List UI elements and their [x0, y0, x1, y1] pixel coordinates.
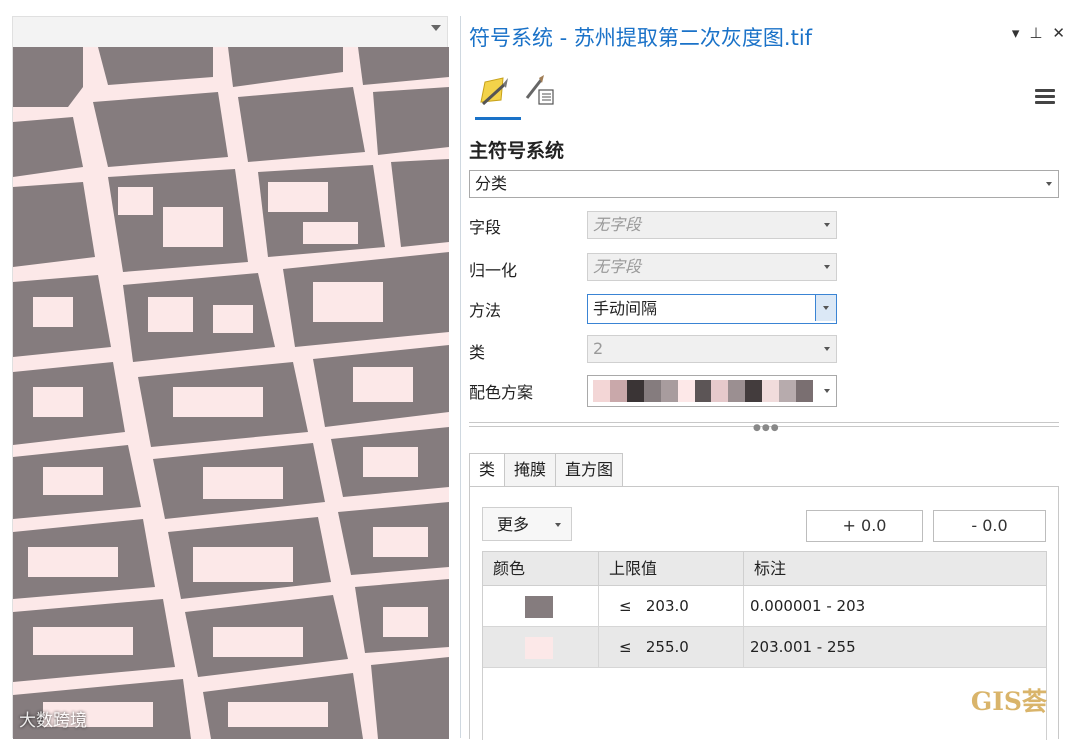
chevron-down-icon	[1046, 182, 1052, 186]
renderer-select[interactable]: 分类	[469, 170, 1059, 198]
label-symbology-tab[interactable]	[523, 72, 557, 112]
chevron-down-icon	[824, 389, 830, 393]
normalization-value: 无字段	[593, 257, 642, 276]
color-swatch[interactable]	[525, 637, 553, 659]
pane-controls: ▾ ⊥ ✕	[1012, 24, 1065, 42]
primary-symbology-tab[interactable]	[475, 72, 509, 112]
field-value: 无字段	[593, 215, 642, 234]
options-dropdown-icon[interactable]: ▾	[1012, 24, 1020, 42]
auto-hide-pin-icon[interactable]: ⊥	[1029, 24, 1042, 42]
color-ramp-preview	[593, 380, 813, 402]
method-dropdown-button[interactable]	[815, 295, 836, 321]
normalization-label: 归一化	[469, 261, 518, 280]
ramp-color-stop	[593, 380, 610, 402]
hamburger-menu-icon[interactable]	[1035, 86, 1055, 107]
ramp-color-stop	[745, 380, 763, 402]
ramp-color-stop	[677, 380, 695, 402]
method-value: 手动间隔	[593, 299, 658, 318]
tab-histogram[interactable]: 直方图	[555, 453, 624, 486]
ramp-color-stop	[728, 380, 746, 402]
method-select[interactable]: 手动间隔	[587, 294, 837, 324]
active-tab-indicator	[475, 117, 521, 120]
ramp-color-stop	[762, 380, 780, 402]
symbology-pane: 符号系统 - 苏州提取第二次灰度图.tif ▾ ⊥ ✕ 主符号系统 分类 字段 …	[460, 16, 1071, 740]
ramp-color-stop	[711, 380, 729, 402]
ramp-color-stop	[609, 380, 627, 402]
tab-mask[interactable]: 掩膜	[504, 453, 557, 486]
add-offset-button[interactable]: + 0.0	[806, 510, 923, 542]
chevron-down-icon	[824, 265, 830, 269]
column-header-upper-value[interactable]: 上限值	[599, 552, 744, 585]
upper-value: 203.0	[645, 597, 689, 615]
color-scheme-select[interactable]	[587, 375, 837, 407]
tab-classes[interactable]: 类	[469, 453, 506, 487]
ramp-color-stop	[626, 380, 644, 402]
symbology-tab-icons	[475, 72, 557, 112]
watermark-left: 大数跨境	[19, 711, 87, 731]
chevron-down-icon	[823, 306, 829, 310]
watermark-right: GIS荟	[970, 687, 1047, 716]
upper-value-cell[interactable]: ≤ 255.0	[599, 627, 744, 667]
more-button[interactable]: 更多	[482, 507, 572, 541]
upper-value: 255.0	[645, 638, 689, 656]
ramp-color-stop	[796, 380, 813, 402]
ramp-color-stop	[779, 380, 797, 402]
section-title: 主符号系统	[469, 140, 565, 162]
pane-title: 符号系统 - 苏州提取第二次灰度图.tif	[469, 26, 813, 50]
class-grid: 颜色 上限值 标注 ≤ 203.0 0.000001 - 203 ≤ 255.0…	[482, 551, 1047, 740]
subtract-offset-button[interactable]: - 0.0	[933, 510, 1046, 542]
splitter-grip-icon: ●●●	[753, 423, 780, 433]
label-cell[interactable]: 0.000001 - 203	[744, 586, 1046, 626]
column-header-label[interactable]: 标注	[744, 552, 1046, 585]
chevron-down-icon	[824, 223, 830, 227]
table-row[interactable]: ≤ 255.0 203.001 - 255	[483, 627, 1046, 668]
method-label: 方法	[469, 301, 502, 320]
paintbrush-icon	[480, 77, 508, 106]
classified-raster-image	[13, 47, 449, 739]
ramp-color-stop	[694, 380, 712, 402]
normalization-select[interactable]: 无字段	[587, 253, 837, 281]
chevron-down-icon	[555, 523, 561, 527]
color-swatch[interactable]	[525, 596, 553, 618]
column-header-color[interactable]: 颜色	[483, 552, 599, 585]
label-cell[interactable]: 203.001 - 255	[744, 627, 1046, 667]
upper-value-cell[interactable]: ≤ 203.0	[599, 586, 744, 626]
classes-tab-strip: 类 掩膜 直方图	[469, 453, 624, 487]
brush-list-icon	[525, 75, 554, 105]
classes-value: 2	[593, 339, 604, 358]
renderer-value: 分类	[475, 174, 508, 193]
classes-label: 类	[469, 343, 486, 362]
chevron-down-icon	[824, 347, 830, 351]
color-cell[interactable]	[483, 586, 599, 626]
close-icon[interactable]: ✕	[1052, 24, 1065, 42]
chevron-down-icon[interactable]	[431, 25, 441, 31]
ramp-color-stop	[643, 380, 661, 402]
grid-header: 颜色 上限值 标注	[483, 552, 1046, 586]
more-button-label: 更多	[497, 515, 530, 534]
raster-map-canvas[interactable]: 大数跨境	[13, 47, 449, 739]
ramp-color-stop	[660, 380, 678, 402]
field-select[interactable]: 无字段	[587, 211, 837, 239]
color-scheme-label: 配色方案	[469, 383, 534, 402]
operator: ≤	[619, 638, 632, 656]
classes-select[interactable]: 2	[587, 335, 837, 363]
field-label: 字段	[469, 218, 502, 237]
map-view[interactable]: 大数跨境	[12, 16, 449, 739]
map-header-bar	[13, 17, 447, 48]
table-row[interactable]: ≤ 203.0 0.000001 - 203	[483, 586, 1046, 627]
color-cell[interactable]	[483, 627, 599, 667]
operator: ≤	[619, 597, 632, 615]
